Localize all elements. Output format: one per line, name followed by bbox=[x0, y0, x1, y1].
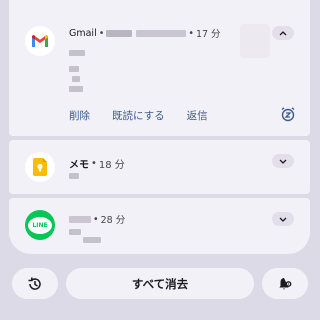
notification-settings-button[interactable] bbox=[262, 268, 308, 299]
notification-panel: Gmail • • 17 分 削除 既読にする 返信 メモ • 18 分 LIN… bbox=[9, 0, 310, 256]
separator-dot: • bbox=[91, 158, 97, 169]
chevron-down-icon bbox=[279, 159, 287, 164]
expand-button[interactable] bbox=[272, 154, 294, 168]
notification-time: 28 分 bbox=[100, 215, 126, 226]
collapse-button[interactable] bbox=[272, 26, 294, 40]
notification-time: 17 分 bbox=[195, 29, 221, 40]
chevron-down-icon bbox=[279, 217, 287, 222]
separator-dot: • bbox=[98, 27, 105, 39]
notification-actions: 削除 既読にする 返信 bbox=[69, 108, 208, 123]
gmail-icon bbox=[25, 26, 55, 56]
redacted-sender bbox=[106, 29, 133, 37]
notification-header: • 28 分 bbox=[69, 212, 125, 226]
redacted-text bbox=[69, 173, 79, 179]
redacted-text bbox=[72, 76, 80, 82]
keep-memo-icon bbox=[25, 152, 55, 182]
line-icon: LINE bbox=[25, 210, 55, 240]
notification-gmail[interactable]: Gmail • • 17 分 削除 既読にする 返信 bbox=[9, 0, 310, 136]
snooze-icon[interactable] bbox=[280, 106, 296, 122]
clear-all-label: すべて消去 bbox=[131, 276, 189, 291]
notification-time: 18 分 bbox=[98, 160, 125, 171]
redacted-text bbox=[69, 66, 79, 72]
redacted-text bbox=[69, 50, 85, 56]
notification-line[interactable]: LINE • 28 分 bbox=[9, 198, 310, 254]
redacted-sender bbox=[69, 215, 91, 223]
bell-settings-icon bbox=[279, 277, 292, 289]
history-icon bbox=[28, 277, 41, 290]
notification-history-button[interactable] bbox=[12, 268, 58, 299]
expand-button[interactable] bbox=[272, 212, 294, 226]
redacted-text bbox=[83, 237, 101, 243]
separator-dot: • bbox=[93, 213, 99, 225]
line-logo-text: LINE bbox=[32, 221, 48, 229]
redacted-text bbox=[69, 229, 81, 235]
redacted-thumbnail bbox=[240, 24, 270, 58]
mark-read-action[interactable]: 既読にする bbox=[112, 108, 165, 123]
redacted-account bbox=[136, 29, 187, 37]
chevron-up-icon bbox=[279, 30, 287, 35]
delete-action[interactable]: 削除 bbox=[69, 108, 90, 123]
app-name: Gmail bbox=[69, 27, 97, 39]
reply-action[interactable]: 返信 bbox=[187, 108, 208, 123]
notification-memo[interactable]: メモ • 18 分 bbox=[9, 140, 310, 194]
notification-header: メモ • 18 分 bbox=[69, 156, 125, 171]
app-name: メモ bbox=[69, 160, 89, 171]
clear-all-button[interactable]: すべて消去 bbox=[66, 268, 254, 299]
notification-header: Gmail • • 17 分 bbox=[69, 26, 221, 41]
redacted-text bbox=[69, 86, 83, 92]
separator-dot: • bbox=[188, 27, 194, 39]
